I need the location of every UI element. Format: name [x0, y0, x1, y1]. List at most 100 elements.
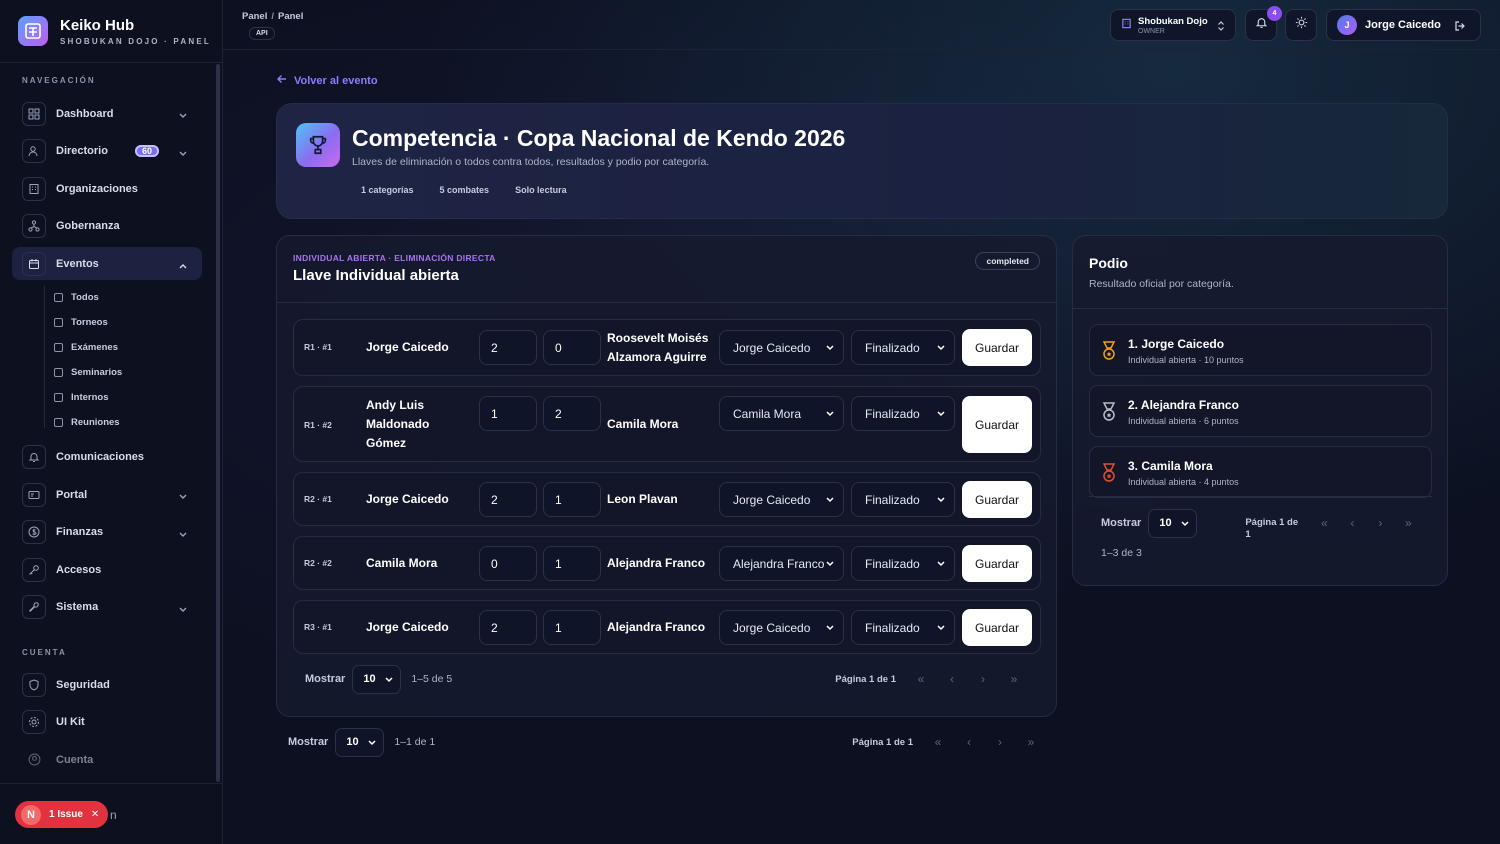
state-select[interactable]: Finalizado	[851, 396, 955, 431]
bracket-card: INDIVIDUAL ABIERTA · ELIMINACIÓN DIRECTA…	[276, 235, 1057, 717]
issue-toast[interactable]: N 1 Issue ✕	[15, 801, 108, 828]
last-page-button[interactable]: »	[1395, 510, 1421, 536]
score-input-1[interactable]: 2	[479, 482, 537, 517]
score-input-1[interactable]: 0	[479, 546, 537, 581]
next-page-button[interactable]: ›	[987, 729, 1013, 755]
state-select[interactable]: Finalizado	[851, 610, 955, 645]
state-select[interactable]: Finalizado	[851, 482, 955, 517]
sidebar-item-directorio[interactable]: Directorio 60	[12, 135, 202, 168]
sidebar-bottom-divider	[0, 783, 223, 784]
winner-select[interactable]: Jorge Caicedo	[719, 482, 844, 517]
submenu-label: Torneos	[71, 316, 108, 328]
sidebar-item-dashboard[interactable]: Dashboard	[12, 97, 202, 130]
user-menu[interactable]: J Jorge Caicedo	[1326, 9, 1481, 41]
winner-select[interactable]: Jorge Caicedo	[719, 610, 844, 645]
prev-page-button[interactable]: ‹	[939, 666, 965, 692]
submenu-item-reuniones[interactable]: Reuniones	[54, 410, 202, 435]
save-button[interactable]: Guardar	[962, 396, 1032, 453]
brand-subtitle: SHOBUKAN DOJO · PANEL	[60, 36, 211, 46]
state-value: Finalizado	[865, 406, 920, 421]
page-pagination: Mostrar 10 1–1 de 1 Página 1 de 1 « ‹ › …	[288, 727, 1048, 757]
score-input-2[interactable]: 2	[543, 396, 601, 431]
summary-chips: 1 categorías 5 combates Solo lectura	[352, 184, 576, 196]
sidebar-item-ui-kit[interactable]: UI Kit	[12, 706, 202, 739]
score-input-2[interactable]: 1	[543, 482, 601, 517]
close-icon[interactable]: ✕	[91, 809, 99, 820]
sidebar-item-organizaciones[interactable]: Organizaciones	[12, 172, 202, 205]
chevron-down-icon	[825, 558, 835, 572]
match-round: R2 · #2	[304, 558, 332, 568]
brand[interactable]: Keiko Hub SHOBUKAN DOJO · PANEL	[18, 16, 211, 46]
medal-icon	[1100, 463, 1118, 488]
score-input-2[interactable]: 0	[543, 330, 601, 365]
logout-icon[interactable]	[1454, 19, 1466, 37]
next-page-button[interactable]: ›	[970, 666, 996, 692]
save-button[interactable]: Guardar	[962, 609, 1032, 646]
score-input-1[interactable]: 2	[479, 610, 537, 645]
page-indicator: Página 1 de 1	[852, 736, 913, 748]
submenu-item-todos[interactable]: Todos	[54, 285, 202, 310]
sidebar-item-portal[interactable]: Portal	[12, 478, 202, 511]
sidebar-item-label: UI Kit	[56, 716, 85, 728]
sidebar-item-finanzas[interactable]: Finanzas	[12, 516, 202, 549]
building-icon	[1121, 16, 1132, 34]
save-button[interactable]: Guardar	[962, 329, 1032, 366]
back-to-event-link[interactable]: Volver al evento	[276, 73, 378, 88]
state-select[interactable]: Finalizado	[851, 546, 955, 581]
sidebar-item-label: Dashboard	[56, 107, 114, 120]
first-page-button[interactable]: «	[908, 666, 934, 692]
org-switcher[interactable]: Shobukan Dojo OWNER	[1110, 9, 1236, 41]
sidebar-item-sistema[interactable]: Sistema	[12, 591, 202, 624]
save-button[interactable]: Guardar	[962, 545, 1032, 582]
network-icon	[22, 214, 46, 238]
page-subtitle: Llaves de eliminación o todos contra tod…	[352, 156, 710, 168]
last-page-button[interactable]: »	[1018, 729, 1044, 755]
winner-select[interactable]: Jorge Caicedo	[719, 330, 844, 365]
sidebar-item-cuenta[interactable]: Cuenta	[12, 743, 202, 776]
prev-page-button[interactable]: ‹	[956, 729, 982, 755]
podium-subtitle: Resultado oficial por categoría.	[1089, 278, 1234, 290]
sidebar-item-gobernanza[interactable]: Gobernanza	[12, 210, 202, 243]
wrench-icon	[22, 595, 46, 619]
submenu-label: Exámenes	[71, 341, 119, 353]
page-size-select[interactable]: 10	[1148, 508, 1198, 538]
chevron-down-icon	[178, 602, 188, 620]
sidebar-item-seguridad[interactable]: Seguridad	[12, 668, 202, 701]
save-button[interactable]: Guardar	[962, 481, 1032, 518]
sidebar-item-eventos[interactable]: Eventos	[12, 247, 202, 280]
player-1: Camila Mora	[366, 556, 438, 570]
chevron-down-icon	[825, 494, 835, 508]
last-page-button[interactable]: »	[1001, 666, 1027, 692]
submenu-item-examenes[interactable]: Exámenes	[54, 335, 202, 360]
next-page-button[interactable]: ›	[1367, 510, 1393, 536]
score-input-1[interactable]: 1	[479, 396, 537, 431]
sidebar-item-comunicaciones[interactable]: Comunicaciones	[12, 441, 202, 474]
winner-select[interactable]: Camila Mora	[719, 396, 844, 431]
chevron-down-icon	[936, 622, 946, 636]
page-size-select[interactable]: 10	[352, 664, 402, 694]
prev-page-button[interactable]: ‹	[1339, 510, 1365, 536]
player-2: Alejandra Franco	[607, 556, 706, 570]
match-row: R3 · #1 Jorge Caicedo 2 1 Alejandra Fran…	[293, 600, 1041, 654]
page-size-select[interactable]: 10	[335, 727, 385, 757]
submenu-item-torneos[interactable]: Torneos	[54, 310, 202, 335]
score-input-2[interactable]: 1	[543, 610, 601, 645]
sidebar-item-accesos[interactable]: Accesos	[12, 553, 202, 586]
breadcrumb-item[interactable]: Panel	[242, 11, 267, 22]
user-circle-icon	[22, 748, 46, 772]
notifications-button[interactable]: 4	[1245, 6, 1282, 41]
state-select[interactable]: Finalizado	[851, 330, 955, 365]
divider	[277, 302, 1056, 303]
first-page-button[interactable]: «	[1311, 510, 1337, 536]
first-page-button[interactable]: «	[925, 729, 951, 755]
winner-select[interactable]: Alejandra Franco	[719, 546, 844, 581]
match-round: R1 · #2	[304, 420, 332, 430]
score-input-2[interactable]: 1	[543, 546, 601, 581]
sidebar-scrollbar[interactable]	[216, 64, 220, 782]
theme-toggle-button[interactable]	[1285, 9, 1317, 41]
submenu-item-internos[interactable]: Internos	[54, 385, 202, 410]
submenu-item-seminarios[interactable]: Seminarios	[54, 360, 202, 385]
medal-icon	[1100, 402, 1118, 427]
score-input-1[interactable]: 2	[479, 330, 537, 365]
chevron-down-icon	[936, 494, 946, 508]
